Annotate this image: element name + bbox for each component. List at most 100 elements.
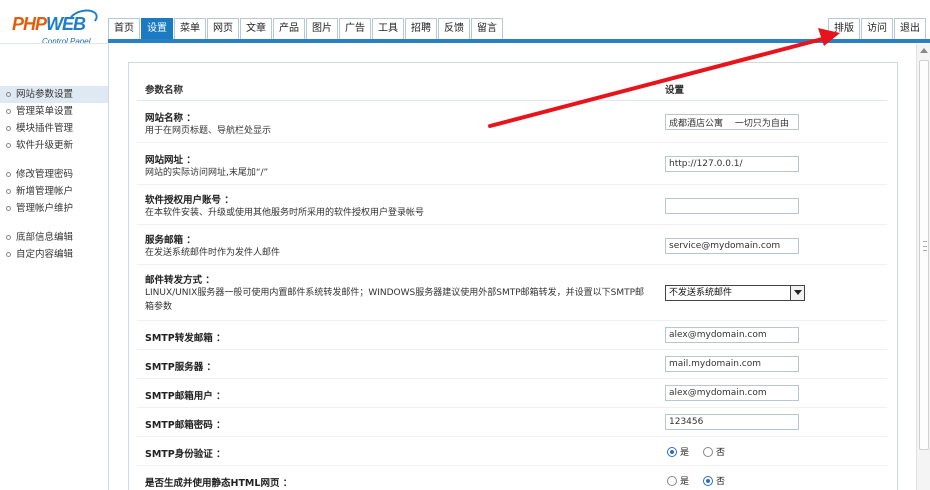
license-account-input[interactable]	[665, 198, 799, 214]
sidebar-group: 网站参数设置 管理菜单设置 模块插件管理 软件升级更新	[0, 86, 108, 154]
sidebar-item-label: 自定内容编辑	[16, 249, 74, 260]
bullet-icon	[6, 109, 11, 114]
tab-products[interactable]: 产品	[273, 18, 305, 40]
sidebar-divider	[108, 43, 109, 490]
setting-description: 在本软件安装、升级或使用其他服务时所采用的软件授权用户登录帐号	[145, 208, 425, 218]
smtp-auth-radio-group: 是否	[667, 445, 739, 458]
tab-messages[interactable]: 留言	[471, 18, 503, 40]
tab-home[interactable]: 首页	[108, 18, 140, 40]
smtp-forward-email-input[interactable]	[665, 327, 799, 343]
setting-label: 邮件转发方式 ：	[145, 275, 215, 286]
static-html-radio-yes[interactable]	[667, 475, 677, 486]
setting-label: SMTP转发邮箱 ：	[145, 333, 226, 344]
sidebar-item-custom-content[interactable]: 自定内容编辑	[0, 246, 108, 263]
bullet-icon	[6, 206, 11, 211]
bullet-icon	[6, 172, 11, 177]
setting-row-static-html: 是否生成并使用静态HTML网页 ： 是否	[137, 466, 887, 490]
setting-row-site-name: 网站名称 ： 用于在网页标题、导航栏处显示	[137, 101, 887, 143]
site-url-input[interactable]	[665, 156, 799, 172]
sidebar-item-label: 管理菜单设置	[16, 106, 74, 117]
sidebar: 网站参数设置 管理菜单设置 模块插件管理 软件升级更新 修改管理密码 新增管理帐户 管理帐户…	[0, 86, 108, 275]
setting-label: 软件授权用户账号 ：	[145, 195, 234, 206]
smtp-password-input[interactable]	[665, 414, 799, 430]
setting-description: 用于在网页标题、导航栏处显示	[145, 126, 272, 136]
logo-text: PHPWEB	[12, 14, 86, 35]
tab-images[interactable]: 图片	[306, 18, 338, 40]
sidebar-group: 修改管理密码新增管理帐户管理帐户维护	[0, 166, 108, 217]
radio-label: 是	[680, 448, 690, 458]
setting-description: 网站的实际访问网址,末尾加“/”	[145, 168, 269, 178]
sidebar-item-change-password[interactable]: 修改管理密码	[0, 166, 108, 183]
sidebar-item-add-account[interactable]: 新增管理帐户	[0, 183, 108, 200]
setting-description: 在发送系统邮件时作为发件人邮件	[145, 248, 281, 258]
tab-articles[interactable]: 文章	[240, 18, 272, 40]
tab-webpages[interactable]: 网页	[207, 18, 239, 40]
table-header: 参数名称 设置	[137, 71, 887, 101]
chevron-down-icon[interactable]	[790, 286, 804, 300]
tab-tools[interactable]: 工具	[372, 18, 404, 40]
tab-settings[interactable]: 设置	[141, 18, 173, 40]
setting-row-smtp-forward-email: SMTP转发邮箱 ：	[137, 321, 887, 350]
sidebar-item-label: 管理帐户维护	[16, 203, 74, 214]
tab-feedback[interactable]: 反馈	[438, 18, 470, 40]
sidebar-group: 底部信息编辑 自定内容编辑	[0, 229, 108, 263]
bullet-icon	[6, 189, 11, 194]
setting-row-service-email: 服务邮箱 ： 在发送系统邮件时作为发件人邮件	[137, 225, 887, 265]
tab-menu[interactable]: 菜单	[174, 18, 206, 40]
logo-text-php: PHP	[12, 14, 47, 34]
setting-row-mail-forward-mode: 邮件转发方式 ： LINUX/UNIX服务器一般可使用内置邮件系统转发邮件；WIN…	[137, 265, 887, 321]
sidebar-item-upgrade[interactable]: 软件升级更新	[0, 137, 108, 154]
vertical-scrollbar[interactable]	[916, 44, 930, 490]
setting-label: SMTP服务器 ：	[145, 362, 217, 373]
bullet-icon	[6, 252, 11, 257]
smtp-user-input[interactable]	[665, 385, 799, 401]
radio-label: 是	[680, 477, 690, 487]
site-name-input[interactable]	[665, 114, 799, 130]
sidebar-item-label: 网站参数设置	[16, 89, 74, 100]
smtp-auth-radio-yes[interactable]	[667, 446, 677, 457]
sidebar-item-label: 软件升级更新	[16, 140, 74, 151]
right-nav: 排版 访问 退出	[828, 18, 927, 40]
tab-ads[interactable]: 广告	[339, 18, 371, 40]
select-value: 不发送系统邮件	[669, 288, 733, 298]
setting-row-smtp-password: SMTP邮箱密码 ：	[137, 408, 887, 437]
scroll-up-icon[interactable]	[920, 48, 928, 53]
settings-panel: 参数名称 设置 网站名称 ： 用于在网页标题、导航栏处显示网站网址 ： 网站的实际访…	[128, 62, 898, 490]
smtp-server-input[interactable]	[665, 356, 799, 372]
bullet-icon	[6, 92, 11, 97]
radio-label: 否	[716, 448, 726, 458]
smtp-auth-radio-no[interactable]	[703, 446, 714, 457]
setting-row-smtp-server: SMTP服务器 ：	[137, 350, 887, 379]
logo-text-web: WEB	[46, 14, 86, 34]
setting-label: SMTP邮箱用户 ：	[145, 391, 226, 402]
logout-button[interactable]: 退出	[894, 18, 926, 40]
setting-row-smtp-user: SMTP邮箱用户 ：	[137, 379, 887, 408]
setting-description: LINUX/UNIX服务器一般可使用内置邮件系统转发邮件；WINDOWS服务器建…	[145, 288, 645, 312]
sidebar-item-label: 模块插件管理	[16, 123, 74, 134]
sidebar-item-footer-edit[interactable]: 底部信息编辑	[0, 229, 108, 246]
service-email-input[interactable]	[665, 238, 799, 254]
scroll-thumb[interactable]	[919, 60, 929, 450]
setting-label: 网站名称 ：	[145, 113, 196, 124]
column-header-name: 参数名称	[145, 85, 184, 96]
sidebar-item-plugins[interactable]: 模块插件管理	[0, 120, 108, 137]
sidebar-item-site-params[interactable]: 网站参数设置	[0, 86, 108, 103]
bullet-icon	[6, 126, 11, 131]
header-divider	[0, 43, 108, 44]
sidebar-item-label: 修改管理密码	[16, 169, 74, 180]
sidebar-item-label: 底部信息编辑	[16, 232, 74, 243]
sidebar-item-account-maintenance[interactable]: 管理帐户维护	[0, 200, 108, 217]
nav-underline	[108, 39, 930, 43]
setting-row-smtp-auth: SMTP身份验证 ：是否	[137, 437, 887, 466]
admin-app: PHPWEB Control Panel 首页 设置 菜单 网页 文章 产品 图片 广告 工具招…	[0, 0, 930, 490]
tab-jobs[interactable]: 招聘	[405, 18, 437, 40]
static-html-radio-group: 是否	[667, 474, 739, 487]
logo-subtitle: Control Panel	[42, 37, 91, 46]
setting-label: 是否生成并使用静态HTML网页 ：	[145, 478, 293, 489]
mail-forward-mode-select[interactable]: 不发送系统邮件	[665, 285, 805, 301]
sidebar-item-menu-settings[interactable]: 管理菜单设置	[0, 103, 108, 120]
layout-button[interactable]: 排版	[828, 18, 860, 40]
static-html-radio-no[interactable]	[703, 475, 714, 486]
visit-button[interactable]: 访问	[861, 18, 893, 40]
setting-label: SMTP身份验证 ：	[145, 449, 226, 460]
